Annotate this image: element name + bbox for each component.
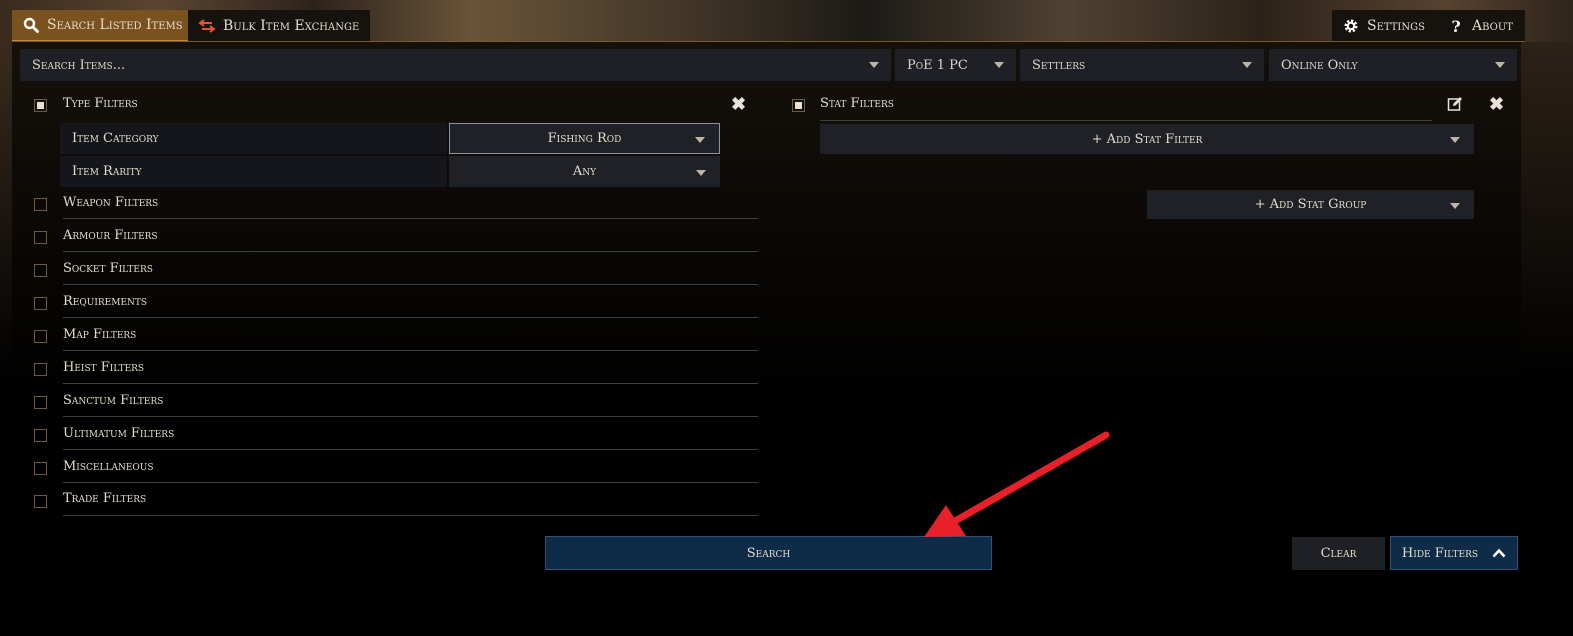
- about-label: About: [1472, 18, 1513, 34]
- trade-filters-title[interactable]: Trade Filters: [63, 491, 146, 506]
- left-background-art: [0, 42, 12, 382]
- chevron-down-icon: [696, 169, 706, 176]
- chevron-down-icon: [869, 62, 879, 68]
- search-button-label: Search: [746, 545, 791, 561]
- map-filters-checkbox[interactable]: [34, 330, 47, 343]
- search-items-input[interactable]: Search Items...: [20, 49, 891, 81]
- settings-button[interactable]: Settings: [1332, 10, 1437, 42]
- sanctum-filters-title[interactable]: Sanctum Filters: [63, 393, 163, 408]
- item-rarity-label: Item Rarity: [60, 156, 447, 187]
- divider: [63, 515, 758, 516]
- heist-filters-title[interactable]: Heist Filters: [63, 360, 144, 375]
- platform-select[interactable]: PoE 1 PC: [895, 49, 1016, 81]
- tab-search-listed-items[interactable]: Search Listed Items: [12, 10, 188, 42]
- chevron-down-icon: [1242, 62, 1252, 68]
- close-icon[interactable]: ✖: [1489, 94, 1504, 115]
- divider: [63, 350, 758, 351]
- settings-label: Settings: [1367, 18, 1425, 34]
- add-stat-filter-select[interactable]: + Add Stat Filter: [820, 124, 1474, 154]
- requirements-checkbox[interactable]: [34, 297, 47, 310]
- search-button[interactable]: Search: [545, 536, 992, 570]
- divider: [63, 482, 758, 483]
- item-category-label: Item Category: [60, 123, 447, 154]
- socket-filters-checkbox[interactable]: [34, 264, 47, 277]
- clear-button[interactable]: Clear: [1292, 537, 1385, 570]
- right-background-art: [1521, 42, 1573, 382]
- item-rarity-value: Any: [572, 164, 597, 179]
- close-icon[interactable]: ✖: [731, 94, 746, 115]
- ultimatum-filters-title[interactable]: Ultimatum Filters: [63, 426, 174, 441]
- trade-filters-checkbox[interactable]: [34, 495, 47, 508]
- search-items-placeholder: Search Items...: [32, 57, 126, 73]
- divider: [63, 251, 758, 252]
- item-rarity-select[interactable]: Any: [449, 156, 720, 187]
- online-status-select[interactable]: Online Only: [1269, 49, 1517, 81]
- requirements-title[interactable]: Requirements: [63, 294, 147, 309]
- hide-filters-label: Hide Filters: [1401, 545, 1479, 561]
- divider: [63, 416, 758, 417]
- add-stat-filter-label: + Add Stat Filter: [1091, 131, 1203, 147]
- chevron-down-icon: [994, 62, 1004, 68]
- add-stat-group-select[interactable]: + Add Stat Group: [1147, 190, 1474, 219]
- about-button[interactable]: ? About: [1437, 10, 1525, 42]
- hide-filters-button[interactable]: Hide Filters: [1390, 536, 1518, 570]
- question-mark-icon: ?: [1451, 16, 1461, 36]
- gear-icon: [1342, 17, 1360, 35]
- add-stat-group-label: + Add Stat Group: [1254, 197, 1367, 212]
- league-value: Settlers: [1032, 57, 1086, 73]
- chevron-down-icon: [1450, 202, 1460, 209]
- edit-icon[interactable]: [1447, 96, 1463, 116]
- divider: [63, 284, 758, 285]
- stat-filters-title[interactable]: Stat Filters: [820, 96, 894, 111]
- divider: [63, 218, 758, 219]
- magnifier-icon: [22, 16, 40, 34]
- ultimatum-filters-checkbox[interactable]: [34, 429, 47, 442]
- type-filters-checkbox[interactable]: [34, 99, 47, 112]
- item-category-select[interactable]: Fishing Rod: [449, 123, 720, 154]
- type-filters-title[interactable]: Type Filters: [63, 96, 138, 111]
- chevron-down-icon: [1495, 62, 1505, 68]
- item-category-text: Item Category: [72, 131, 159, 146]
- heist-filters-checkbox[interactable]: [34, 363, 47, 376]
- weapon-filters-title[interactable]: Weapon Filters: [63, 195, 158, 210]
- miscellaneous-title[interactable]: Miscellaneous: [63, 459, 154, 474]
- chevron-down-icon: [695, 136, 705, 143]
- tab-label: Search Listed Items: [47, 17, 183, 33]
- item-rarity-text: Item Rarity: [72, 164, 142, 179]
- sanctum-filters-checkbox[interactable]: [34, 396, 47, 409]
- header-divider: [12, 41, 1525, 42]
- socket-filters-title[interactable]: Socket Filters: [63, 261, 153, 276]
- tab-label: Bulk Item Exchange: [223, 18, 360, 34]
- divider: [63, 449, 758, 450]
- divider: [820, 120, 1432, 121]
- platform-value: PoE 1 PC: [907, 57, 968, 73]
- chevron-up-icon: [1492, 548, 1506, 558]
- tab-bulk-item-exchange[interactable]: Bulk Item Exchange: [188, 10, 370, 42]
- league-select[interactable]: Settlers: [1020, 49, 1264, 81]
- item-category-value: Fishing Rod: [547, 131, 622, 146]
- exchange-arrows-icon: [198, 17, 216, 35]
- online-status-value: Online Only: [1281, 57, 1358, 73]
- divider: [63, 317, 758, 318]
- stat-filters-checkbox[interactable]: [792, 99, 805, 112]
- miscellaneous-checkbox[interactable]: [34, 462, 47, 475]
- weapon-filters-checkbox[interactable]: [34, 198, 47, 211]
- divider: [63, 383, 758, 384]
- armour-filters-title[interactable]: Armour Filters: [63, 228, 158, 243]
- background-shade: [0, 42, 1573, 402]
- map-filters-title[interactable]: Map Filters: [63, 327, 136, 342]
- clear-button-label: Clear: [1320, 546, 1357, 561]
- armour-filters-checkbox[interactable]: [34, 231, 47, 244]
- chevron-down-icon: [1450, 137, 1460, 143]
